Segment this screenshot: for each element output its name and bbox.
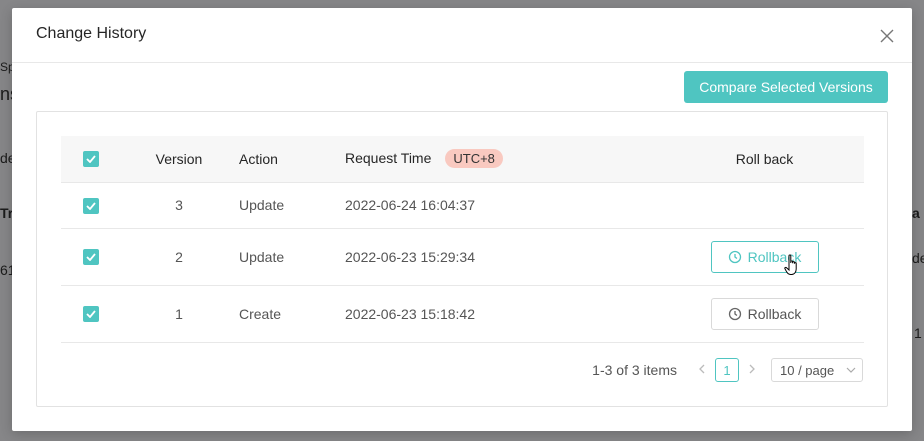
close-button[interactable] — [876, 25, 898, 47]
hand-cursor-icon — [783, 253, 797, 275]
compare-selected-versions-button[interactable]: Compare Selected Versions — [684, 71, 888, 103]
rollback-label: Rollback — [747, 305, 802, 322]
row-rollback-cell: Rollback — [665, 285, 864, 343]
table-header-row: Version Action Request Time UTC+8 Roll ba… — [61, 136, 864, 183]
row-rollback-cell: Rollback — [665, 228, 864, 286]
rollback-button[interactable]: Rollback — [710, 240, 819, 275]
row-version: 2 — [119, 228, 239, 286]
table-row: 2 Update 2022-06-23 15:29:34 Rollback — [61, 228, 864, 286]
page-number-button[interactable]: 1 — [715, 358, 739, 382]
modal-title: Change History — [36, 25, 147, 42]
row-rollback-cell — [665, 182, 864, 229]
header-action: Action — [239, 136, 345, 183]
header-checkbox-cell — [61, 136, 119, 183]
history-icon — [728, 250, 741, 263]
header-request-time: Request Time UTC+8 — [345, 136, 665, 183]
check-icon — [86, 253, 96, 262]
row-checkbox-cell — [61, 182, 119, 229]
select-all-checkbox[interactable] — [83, 151, 99, 168]
chevron-left-icon — [699, 364, 705, 374]
chevron-right-icon — [749, 364, 755, 374]
row-checkbox-cell — [61, 285, 119, 343]
row-action: Update — [239, 182, 345, 229]
row-checkbox[interactable] — [83, 249, 99, 266]
row-request-time: 2022-06-23 15:29:34 — [345, 228, 665, 286]
modal-header: Change History — [12, 8, 912, 63]
header-request-time-label: Request Time — [345, 150, 432, 167]
page-size-value: 10 / page — [780, 362, 835, 378]
next-page-button[interactable] — [741, 363, 763, 377]
header-version: Version — [119, 136, 239, 183]
row-action: Create — [239, 285, 345, 343]
row-request-time: 2022-06-24 16:04:37 — [345, 182, 665, 229]
timezone-badge: UTC+8 — [445, 149, 503, 169]
page-size-select[interactable]: 10 / page — [771, 358, 863, 382]
row-version: 1 — [119, 285, 239, 343]
row-request-time: 2022-06-23 15:18:42 — [345, 285, 665, 343]
history-panel: Version Action Request Time UTC+8 Roll ba… — [36, 111, 888, 407]
row-checkbox[interactable] — [83, 197, 99, 214]
check-icon — [86, 155, 96, 164]
table-row: 3 Update 2022-06-24 16:04:37 — [61, 182, 864, 229]
check-icon — [86, 310, 96, 319]
row-checkbox-cell — [61, 228, 119, 286]
chevron-down-icon — [846, 367, 856, 373]
close-icon — [880, 29, 894, 43]
rollback-button[interactable]: Rollback — [710, 297, 819, 330]
row-action: Update — [239, 228, 345, 286]
pagination-total: 1-3 of 3 items — [592, 362, 677, 378]
change-history-modal: Change History Compare Selected Versions… — [12, 8, 912, 431]
header-rollback: Roll back — [665, 136, 864, 183]
pagination: 1-3 of 3 items 1 10 / page — [592, 358, 863, 382]
row-version: 3 — [119, 182, 239, 229]
history-icon — [728, 307, 741, 320]
history-table: Version Action Request Time UTC+8 Roll ba… — [61, 136, 864, 343]
prev-page-button[interactable] — [691, 363, 713, 377]
row-checkbox[interactable] — [83, 306, 99, 323]
table-row: 1 Create 2022-06-23 15:18:42 Rollback — [61, 285, 864, 343]
check-icon — [86, 202, 96, 210]
